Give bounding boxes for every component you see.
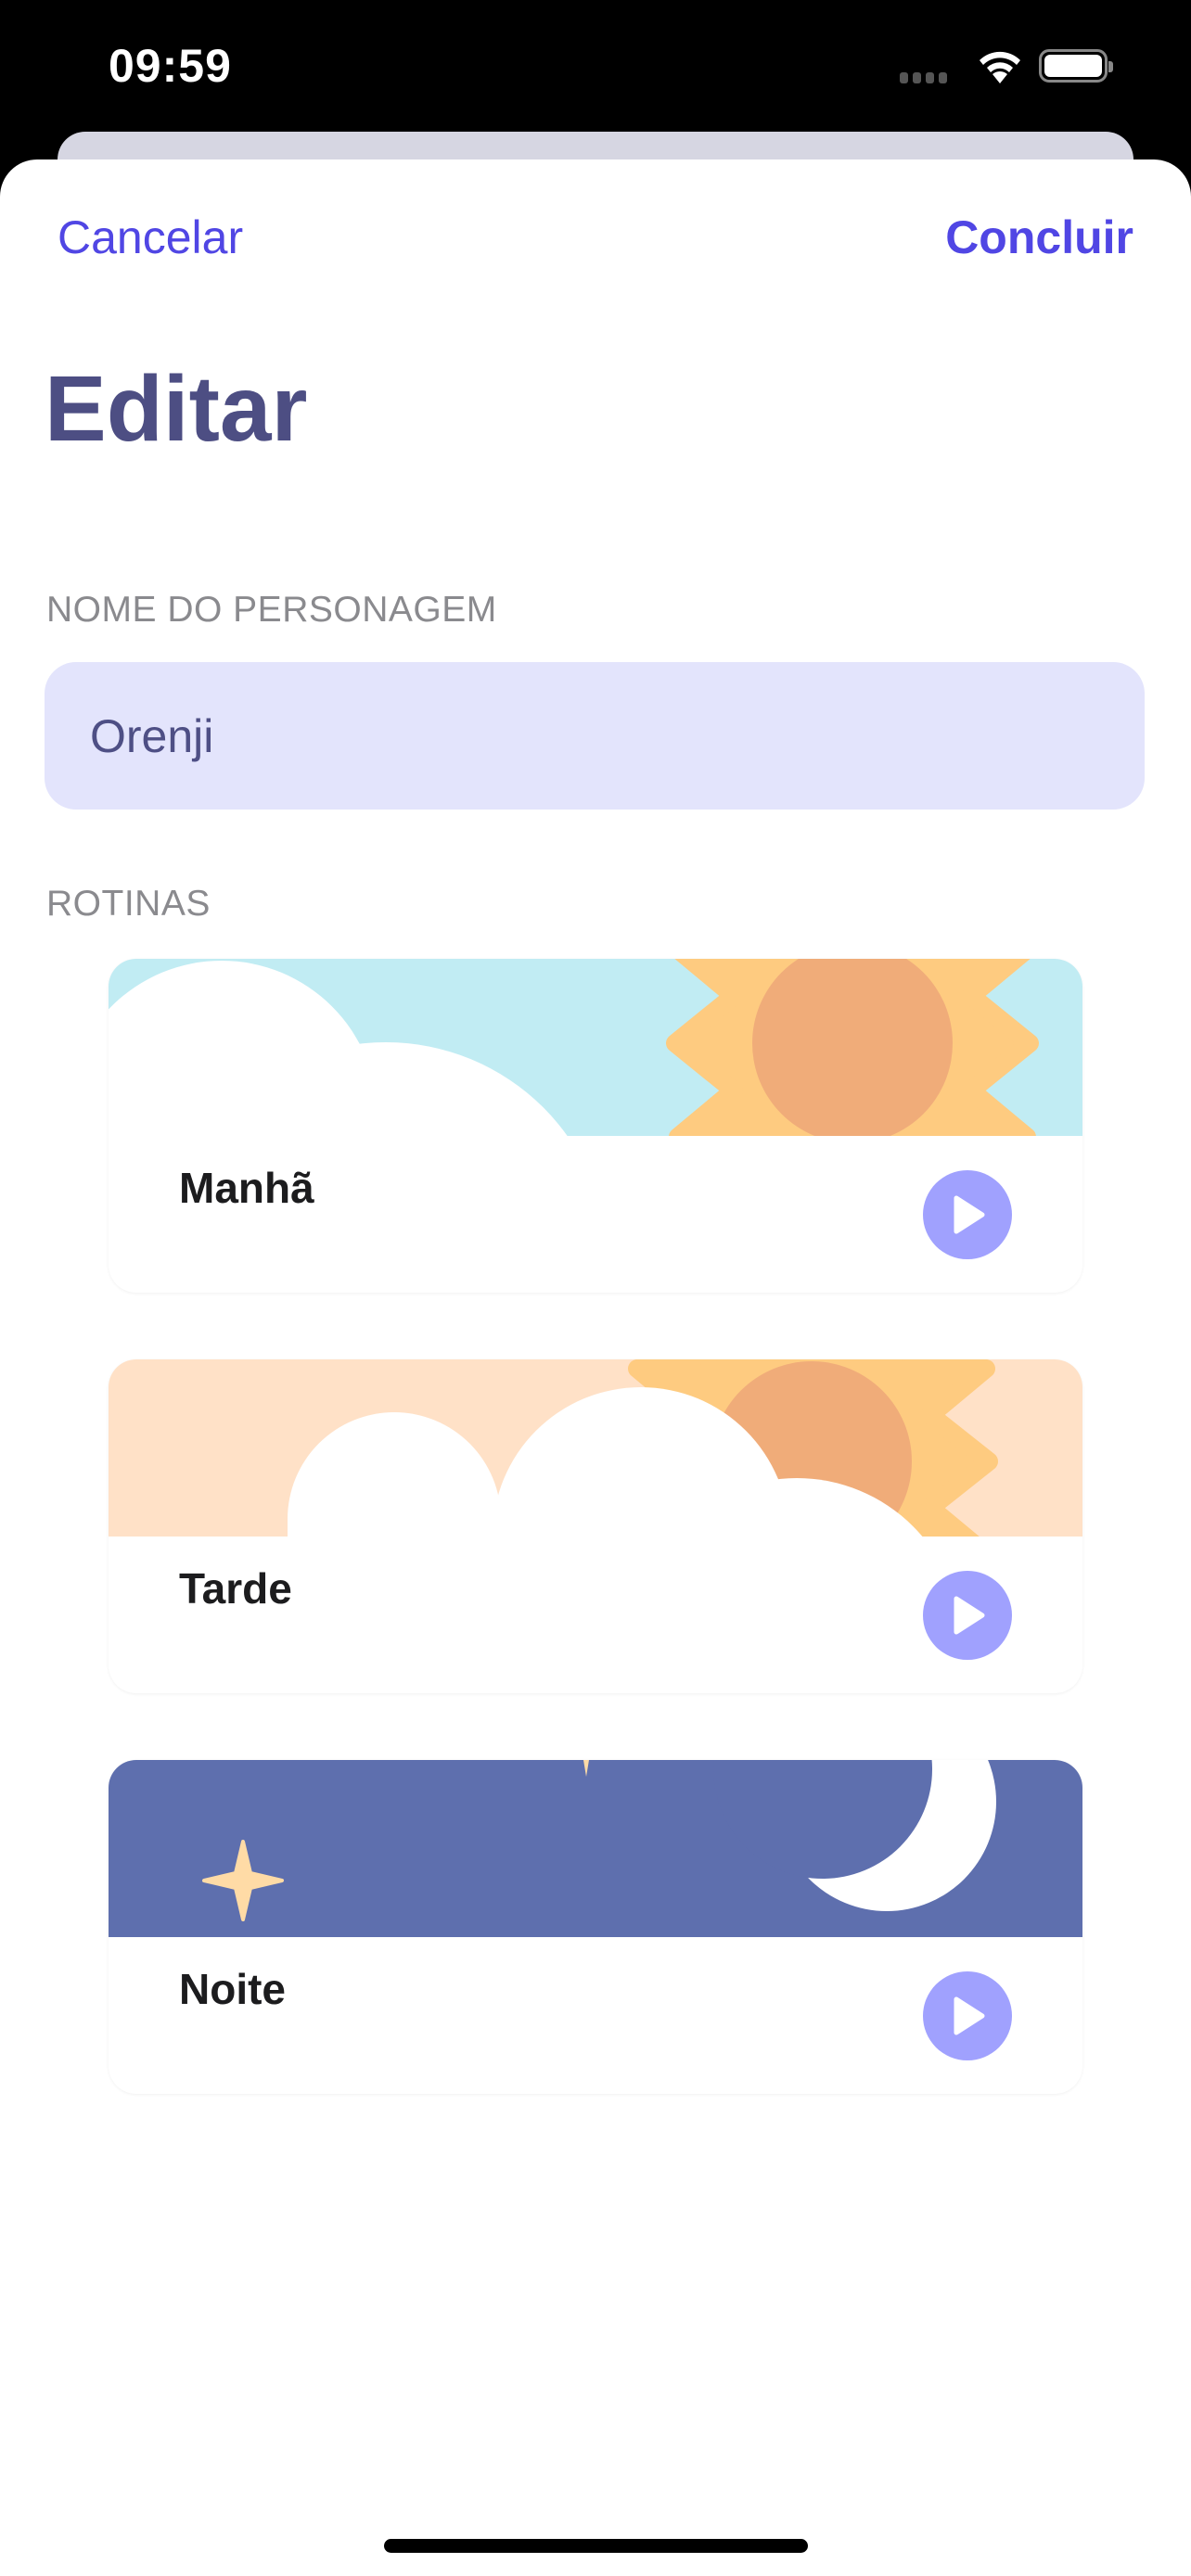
routine-label: Noite: [179, 1965, 286, 2013]
routine-card-night[interactable]: Noite: [109, 1760, 1082, 2094]
done-button[interactable]: Concluir: [945, 210, 1133, 264]
play-button[interactable]: [923, 1170, 1012, 1259]
afternoon-illustration: [109, 1359, 1082, 1537]
morning-illustration: [109, 959, 1082, 1136]
routine-label: Tarde: [179, 1564, 292, 1613]
page-title: Editar: [45, 357, 308, 461]
play-icon: [954, 1996, 985, 2035]
cancel-button[interactable]: Cancelar: [58, 210, 243, 264]
cellular-signal-icon: [900, 72, 947, 83]
play-button[interactable]: [923, 1571, 1012, 1660]
routine-label: Manhã: [179, 1164, 314, 1212]
routine-card-morning[interactable]: Manhã: [109, 959, 1082, 1293]
play-button[interactable]: [923, 1971, 1012, 2060]
battery-icon: [1039, 49, 1113, 83]
status-time: 09:59: [109, 40, 232, 92]
play-icon: [954, 1596, 985, 1635]
routines-section-label: ROTINAS: [46, 884, 211, 924]
routine-card-afternoon[interactable]: Tarde: [109, 1359, 1082, 1693]
home-indicator[interactable]: [384, 2539, 808, 2553]
night-illustration: [109, 1760, 1082, 1937]
character-name-section-label: NOME DO PERSONAGEM: [46, 590, 497, 630]
edit-sheet: Cancelar Concluir Editar NOME DO PERSONA…: [0, 159, 1191, 2576]
wifi-icon: [980, 51, 1020, 83]
play-icon: [954, 1195, 985, 1234]
character-name-input[interactable]: [45, 662, 1145, 810]
